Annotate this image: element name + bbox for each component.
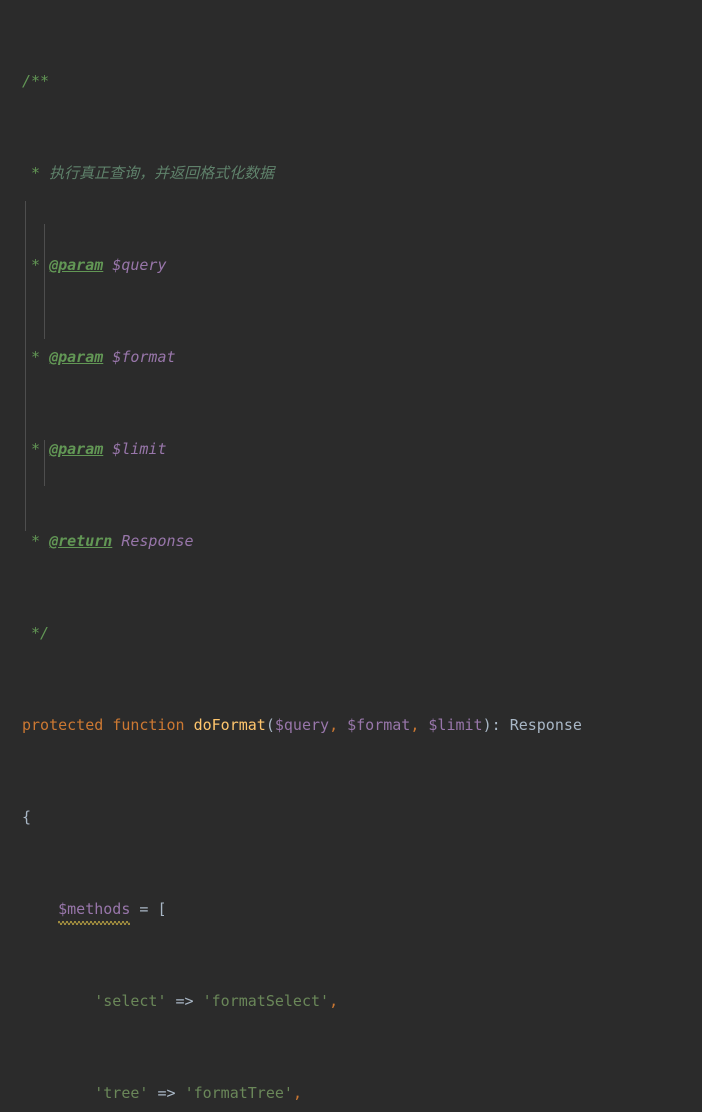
comment-star: * xyxy=(22,164,50,182)
comment-star: * xyxy=(22,348,50,366)
array-value-formatselect: 'formatSelect' xyxy=(202,992,330,1010)
doc-tag-param: @param xyxy=(49,348,104,366)
comma: , xyxy=(292,1084,302,1102)
array-key-tree: 'tree' xyxy=(94,1084,149,1102)
function-name-doformat: doFormat xyxy=(193,716,266,734)
return-type-colon: : xyxy=(491,716,510,734)
comment-open: /** xyxy=(22,72,50,90)
return-type-response: Response xyxy=(509,716,582,734)
code-line-5: * @param $limit xyxy=(22,438,702,461)
code-line-11: 'select' => 'formatSelect', xyxy=(22,990,702,1013)
param-query: $query xyxy=(274,716,330,734)
comment-close: */ xyxy=(22,624,50,642)
doc-tag-param: @param xyxy=(49,440,104,458)
comma: , xyxy=(410,716,429,734)
brace-open: { xyxy=(22,808,32,826)
paren-open: ( xyxy=(265,716,275,734)
doc-tag-return: @return xyxy=(49,532,113,550)
code-line-12: 'tree' => 'formatTree', xyxy=(22,1082,702,1105)
param-limit: $limit xyxy=(428,716,483,734)
array-key-select: 'select' xyxy=(94,992,167,1010)
doc-param-name: $limit xyxy=(112,440,167,458)
code-line-10: $methods = [ xyxy=(22,898,702,925)
bracket-open: [ xyxy=(157,900,167,918)
double-arrow: => xyxy=(148,1084,185,1102)
paren-close: ) xyxy=(482,716,492,734)
code-line-8: protected function doFormat($query, $for… xyxy=(22,714,702,737)
variable-methods: $methods xyxy=(58,898,131,925)
param-format: $format xyxy=(347,716,411,734)
keyword-protected: protected xyxy=(22,716,104,734)
doc-param-name: $format xyxy=(112,348,176,366)
doc-tag-param: @param xyxy=(49,256,104,274)
comment-star: * xyxy=(22,440,50,458)
comment-star: * xyxy=(22,532,50,550)
keyword-function: function xyxy=(112,716,185,734)
code-line-2: * 执行真正查询，并返回格式化数据 xyxy=(22,162,702,185)
doc-return-type: Response xyxy=(121,532,194,550)
code-line-4: * @param $format xyxy=(22,346,702,369)
double-arrow: => xyxy=(166,992,203,1010)
code-line-6: * @return Response xyxy=(22,530,702,553)
comment-star: * xyxy=(22,256,50,274)
code-line-9: { xyxy=(22,806,702,829)
comment-description: 执行真正查询，并返回格式化数据 xyxy=(49,164,275,182)
code-content[interactable]: /** * 执行真正查询，并返回格式化数据 * @param $query * … xyxy=(0,0,702,1112)
comma: , xyxy=(329,992,339,1010)
array-value-formattree: 'formatTree' xyxy=(184,1084,293,1102)
doc-param-name: $query xyxy=(112,256,167,274)
code-line-3: * @param $query xyxy=(22,254,702,277)
code-editor[interactable]: /** * 执行真正查询，并返回格式化数据 * @param $query * … xyxy=(0,0,702,1102)
code-line-1: /** xyxy=(22,70,702,93)
comma: , xyxy=(329,716,348,734)
assign-operator: = xyxy=(130,900,158,918)
code-line-7: */ xyxy=(22,622,702,645)
